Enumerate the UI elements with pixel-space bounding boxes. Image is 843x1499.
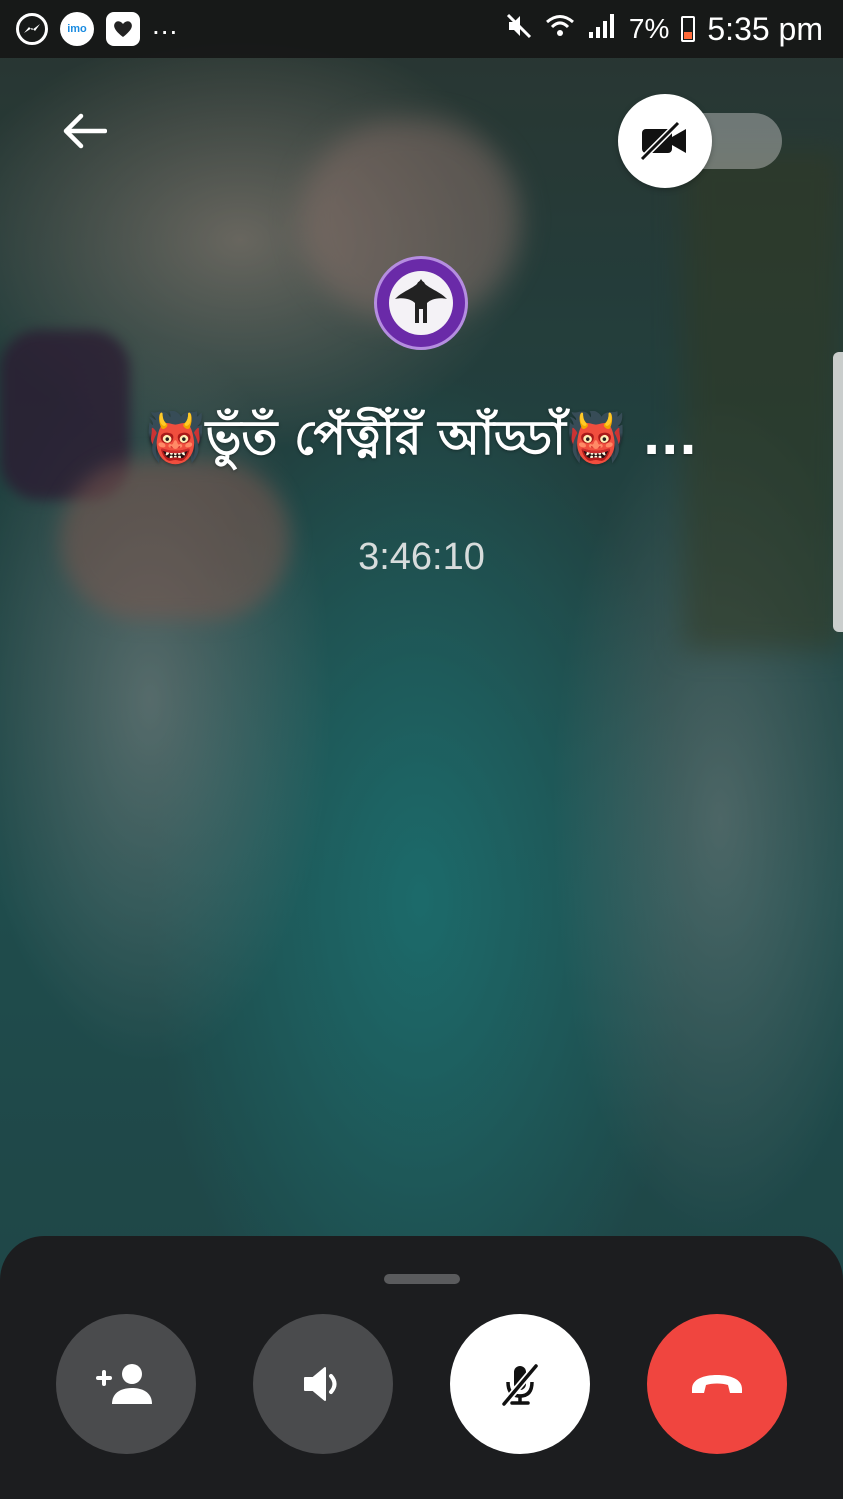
call-controls-sheet xyxy=(0,1236,843,1499)
more-notifications-indicator: ... xyxy=(152,9,179,40)
mute-sound-icon xyxy=(505,12,533,47)
side-panel-handle[interactable] xyxy=(833,352,843,632)
end-call-button[interactable] xyxy=(647,1314,787,1454)
signal-icon xyxy=(587,12,617,47)
speaker-icon xyxy=(304,1367,337,1401)
battery-percent: 7% xyxy=(628,13,670,44)
back-arrow-icon xyxy=(63,113,107,149)
status-bar: imo ... 7% 5:35 pm xyxy=(0,0,843,58)
mute-button[interactable] xyxy=(450,1314,590,1454)
video-toggle[interactable] xyxy=(618,94,782,188)
add-participant-button[interactable] xyxy=(56,1314,196,1454)
imo-icon: imo xyxy=(60,12,94,46)
back-button[interactable] xyxy=(58,108,110,154)
add-person-icon xyxy=(96,1364,152,1404)
call-duration: 3:46:10 xyxy=(358,536,485,578)
group-name: 👹ভুঁতঁ পেঁত্নীঁরঁ আঁড্ডাঁ👹 ... xyxy=(145,410,698,466)
sheet-grip-handle[interactable] xyxy=(384,1274,460,1284)
speaker-button[interactable] xyxy=(253,1314,393,1454)
group-avatar xyxy=(374,256,468,350)
clock: 5:35 pm xyxy=(707,10,823,47)
messenger-icon xyxy=(16,13,48,45)
mic-off-icon xyxy=(501,1363,539,1407)
wifi-icon xyxy=(545,13,575,46)
end-call-icon xyxy=(692,1375,742,1393)
battery-icon xyxy=(681,16,696,42)
video-toggle-knob[interactable] xyxy=(618,94,712,188)
heart-app-icon xyxy=(106,12,140,46)
video-off-icon xyxy=(639,121,686,161)
